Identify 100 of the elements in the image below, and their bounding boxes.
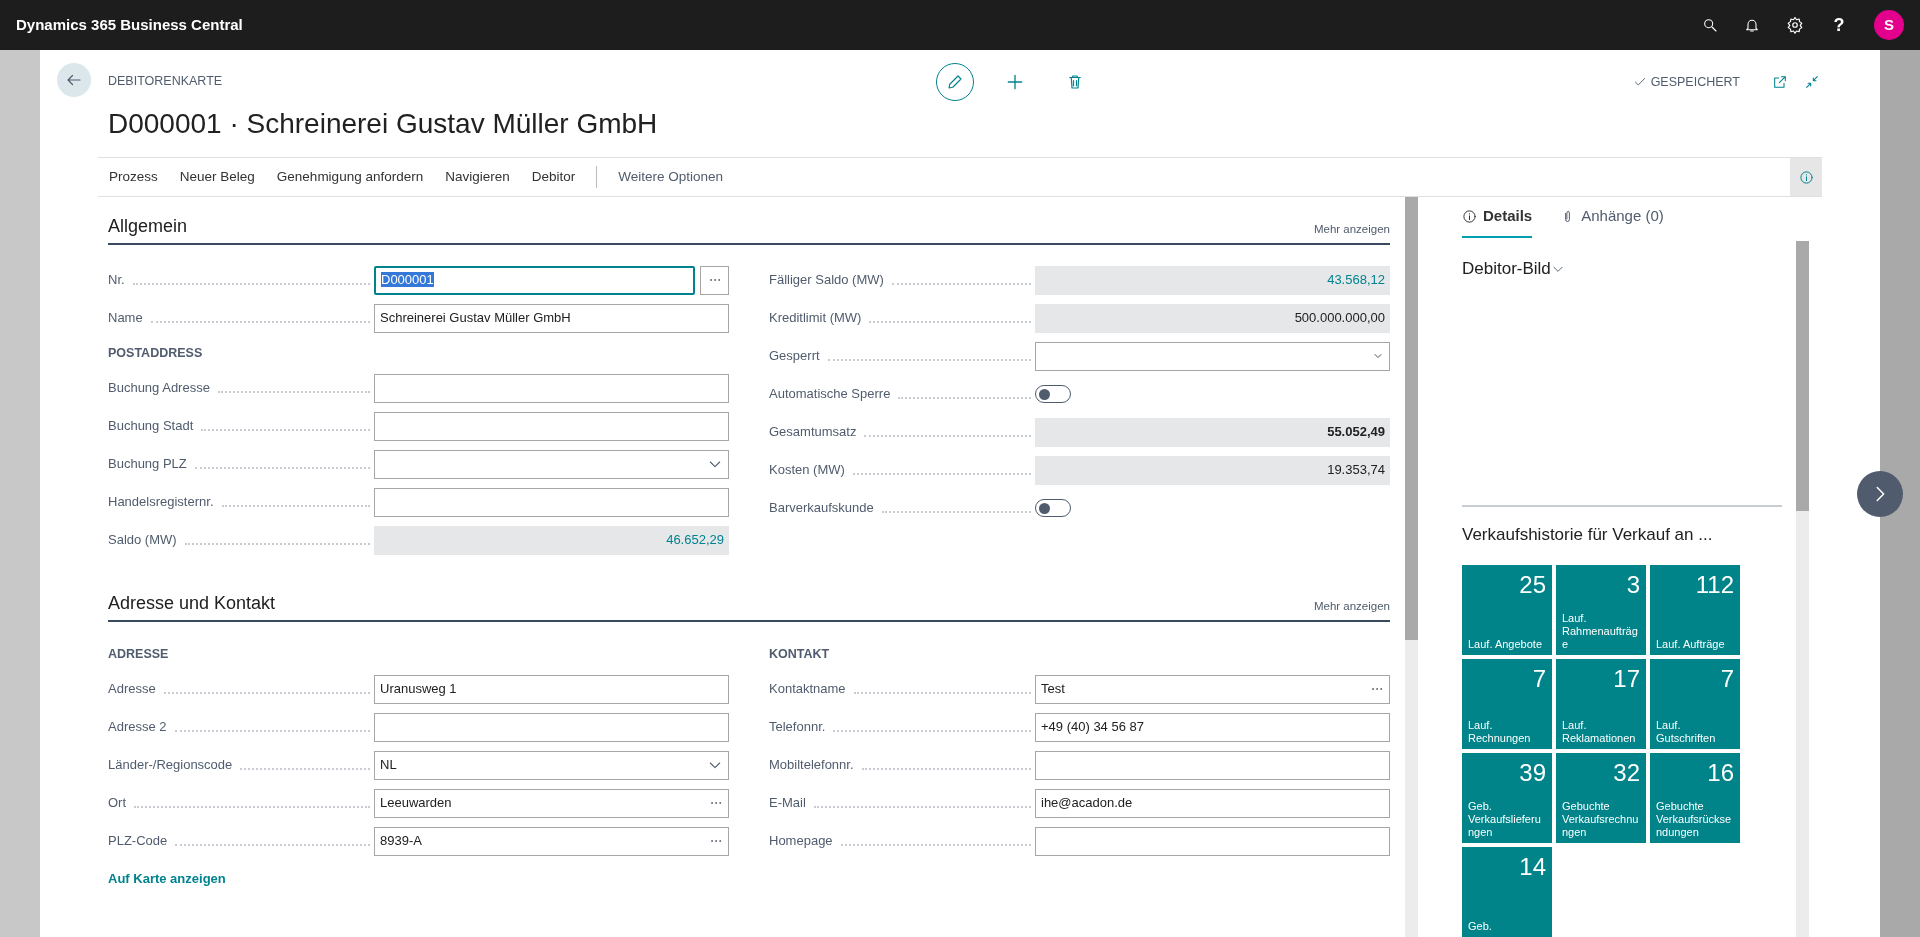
plus-icon (1005, 72, 1025, 92)
field-label: Telefonnr. (769, 719, 827, 735)
user-avatar[interactable]: S (1874, 10, 1904, 40)
app-title: Dynamics 365 Business Central (16, 14, 243, 35)
readonly-field: 46.652,29 (374, 525, 729, 555)
show-more-link[interactable]: Mehr anzeigen (1313, 220, 1390, 240)
tile-caption: Lauf. Rechnungen (1468, 719, 1532, 745)
dropdown-field[interactable] (1035, 341, 1390, 371)
dropdown-field[interactable] (374, 449, 729, 479)
input-field[interactable] (374, 373, 729, 403)
field-label: Länder-/Regionscode (108, 757, 234, 773)
tile-caption: Lauf. Angebote (1468, 638, 1543, 651)
readonly-field: 500.000.000,00 (1035, 303, 1390, 333)
pencil-icon (946, 73, 964, 91)
tile-count: 112 (1694, 570, 1734, 600)
dropdown-field[interactable]: NL (374, 750, 729, 780)
field-label: Saldo (MW) (108, 532, 178, 548)
readonly-field: 55.052,49 (1035, 417, 1390, 447)
collapse-icon[interactable] (1804, 74, 1820, 90)
cue-tile[interactable]: 3 Lauf. Rahmenaufträge (1556, 565, 1646, 655)
cue-tile[interactable]: 25 Lauf. Angebote (1462, 565, 1552, 655)
cue-tile[interactable]: 7 Lauf. Rechnungen (1462, 659, 1552, 749)
tile-count: 7 (1531, 664, 1546, 694)
tile-caption: Lauf. Gutschriften (1656, 719, 1717, 745)
scrollbar-thumb[interactable] (1405, 197, 1418, 640)
tile-caption: Gebuchte Verkaufsrücksendungen (1656, 800, 1733, 839)
open-new-window-icon[interactable] (1772, 74, 1788, 90)
field-label: Name (108, 310, 144, 326)
scrollbar-thumb[interactable] (1796, 241, 1809, 511)
group-heading: KONTAKT (769, 645, 830, 663)
tile-count: 7 (1719, 664, 1734, 694)
group-heading: POSTADDRESS (108, 344, 203, 362)
field-label: Adresse (108, 681, 157, 697)
cue-tile[interactable]: 7 Lauf. Gutschriften (1650, 659, 1740, 749)
map-link[interactable]: Auf Karte anzeigen (108, 869, 226, 889)
more-options-button[interactable]: Weitere Optionen (607, 166, 735, 188)
page-caption: DEBITORENKARTE (108, 73, 224, 90)
search-icon[interactable] (1702, 17, 1718, 33)
factbox-tab[interactable]: Anhänge (0) (1560, 197, 1664, 239)
help-button[interactable]: ? (1830, 11, 1848, 39)
toggle-switch[interactable] (1035, 499, 1071, 517)
info-button[interactable] (1790, 158, 1822, 196)
back-button[interactable] (57, 63, 91, 97)
input-field[interactable]: Uranusweg 1 (374, 674, 729, 704)
field-label: Mobiltelefonnr. (769, 757, 855, 773)
input-field[interactable]: ihe@acadon.de (1035, 788, 1390, 818)
field-label: Automatische Sperre (769, 386, 892, 402)
input-field[interactable]: Leeuwarden (374, 788, 729, 818)
input-field[interactable]: +49 (40) 34 56 87 (1035, 712, 1390, 742)
field-label: Kreditlimit (MW) (769, 310, 863, 326)
toggle-switch[interactable] (1035, 385, 1071, 403)
group-heading: ADRESSE (108, 645, 169, 663)
bell-icon[interactable] (1744, 17, 1760, 33)
field-label: Kontaktname (769, 681, 847, 697)
field-label: Buchung PLZ (108, 456, 188, 472)
tile-count: 16 (1706, 758, 1734, 788)
field-label: Gesperrt (769, 348, 821, 364)
factbox-tab[interactable]: Details (1462, 197, 1533, 239)
input-field[interactable] (1035, 826, 1390, 856)
field-label: Kosten (MW) (769, 462, 846, 478)
tile-caption: Geb. Verkaufslieferungen (1468, 800, 1542, 839)
assist-button[interactable] (700, 265, 729, 295)
field-label: Buchung Stadt (108, 418, 195, 434)
settings-icon[interactable] (1786, 16, 1804, 34)
cue-tile[interactable]: 16 Gebuchte Verkaufsrücksendungen (1650, 753, 1740, 843)
cue-tile[interactable]: 32 Gebuchte Verkaufsrechnungen (1556, 753, 1646, 843)
readonly-field: 19.353,74 (1035, 455, 1390, 485)
tile-count: 14 (1518, 852, 1546, 882)
page-title: D000001 · Schreinerei Gustav Müller GmbH (108, 106, 659, 141)
cue-tile[interactable]: 17 Lauf. Reklamationen (1556, 659, 1646, 749)
input-field[interactable] (1035, 750, 1390, 780)
input-field[interactable]: D000001 (374, 265, 695, 295)
field-label: Fälliger Saldo (MW) (769, 272, 885, 288)
field-label: Homepage (769, 833, 834, 849)
tile-caption: Gebuchte Verkaufsrechnungen (1562, 800, 1640, 839)
action-menu-item[interactable]: Prozess (98, 166, 169, 188)
field-label: E-Mail (769, 795, 807, 811)
field-label: Buchung Adresse (108, 380, 211, 396)
action-menu-item[interactable]: Navigieren (434, 166, 521, 188)
input-field[interactable]: 8939-A (374, 826, 729, 856)
action-menu-item[interactable]: Genehmigung anfordern (265, 166, 435, 188)
input-field[interactable]: Test (1035, 674, 1390, 704)
factbox-part-title: Verkaufshistorie für Verkauf an ... (1462, 523, 1714, 546)
action-menu-item[interactable]: Neuer Beleg (168, 166, 266, 188)
cue-tile[interactable]: 112 Lauf. Aufträge (1650, 565, 1740, 655)
cue-tile[interactable]: 14 Geb. (1462, 847, 1552, 937)
input-field[interactable] (374, 487, 729, 517)
input-field[interactable] (374, 411, 729, 441)
field-label: Adresse 2 (108, 719, 168, 735)
section-title: Allgemein (108, 215, 188, 238)
action-menu-item[interactable]: Debitor (520, 166, 587, 188)
tile-caption: Lauf. Aufträge (1656, 638, 1726, 651)
info-icon (1462, 209, 1477, 225)
field-label: Handelsregisternr. (108, 494, 215, 510)
show-more-link[interactable]: Mehr anzeigen (1313, 597, 1390, 617)
input-field[interactable] (374, 712, 729, 742)
cue-tile[interactable]: 39 Geb. Verkaufslieferungen (1462, 753, 1552, 843)
field-label: Gesamtumsatz (769, 424, 858, 440)
input-field[interactable]: Schreinerei Gustav Müller GmbH (374, 303, 729, 333)
tile-caption: Geb. (1468, 920, 1493, 933)
